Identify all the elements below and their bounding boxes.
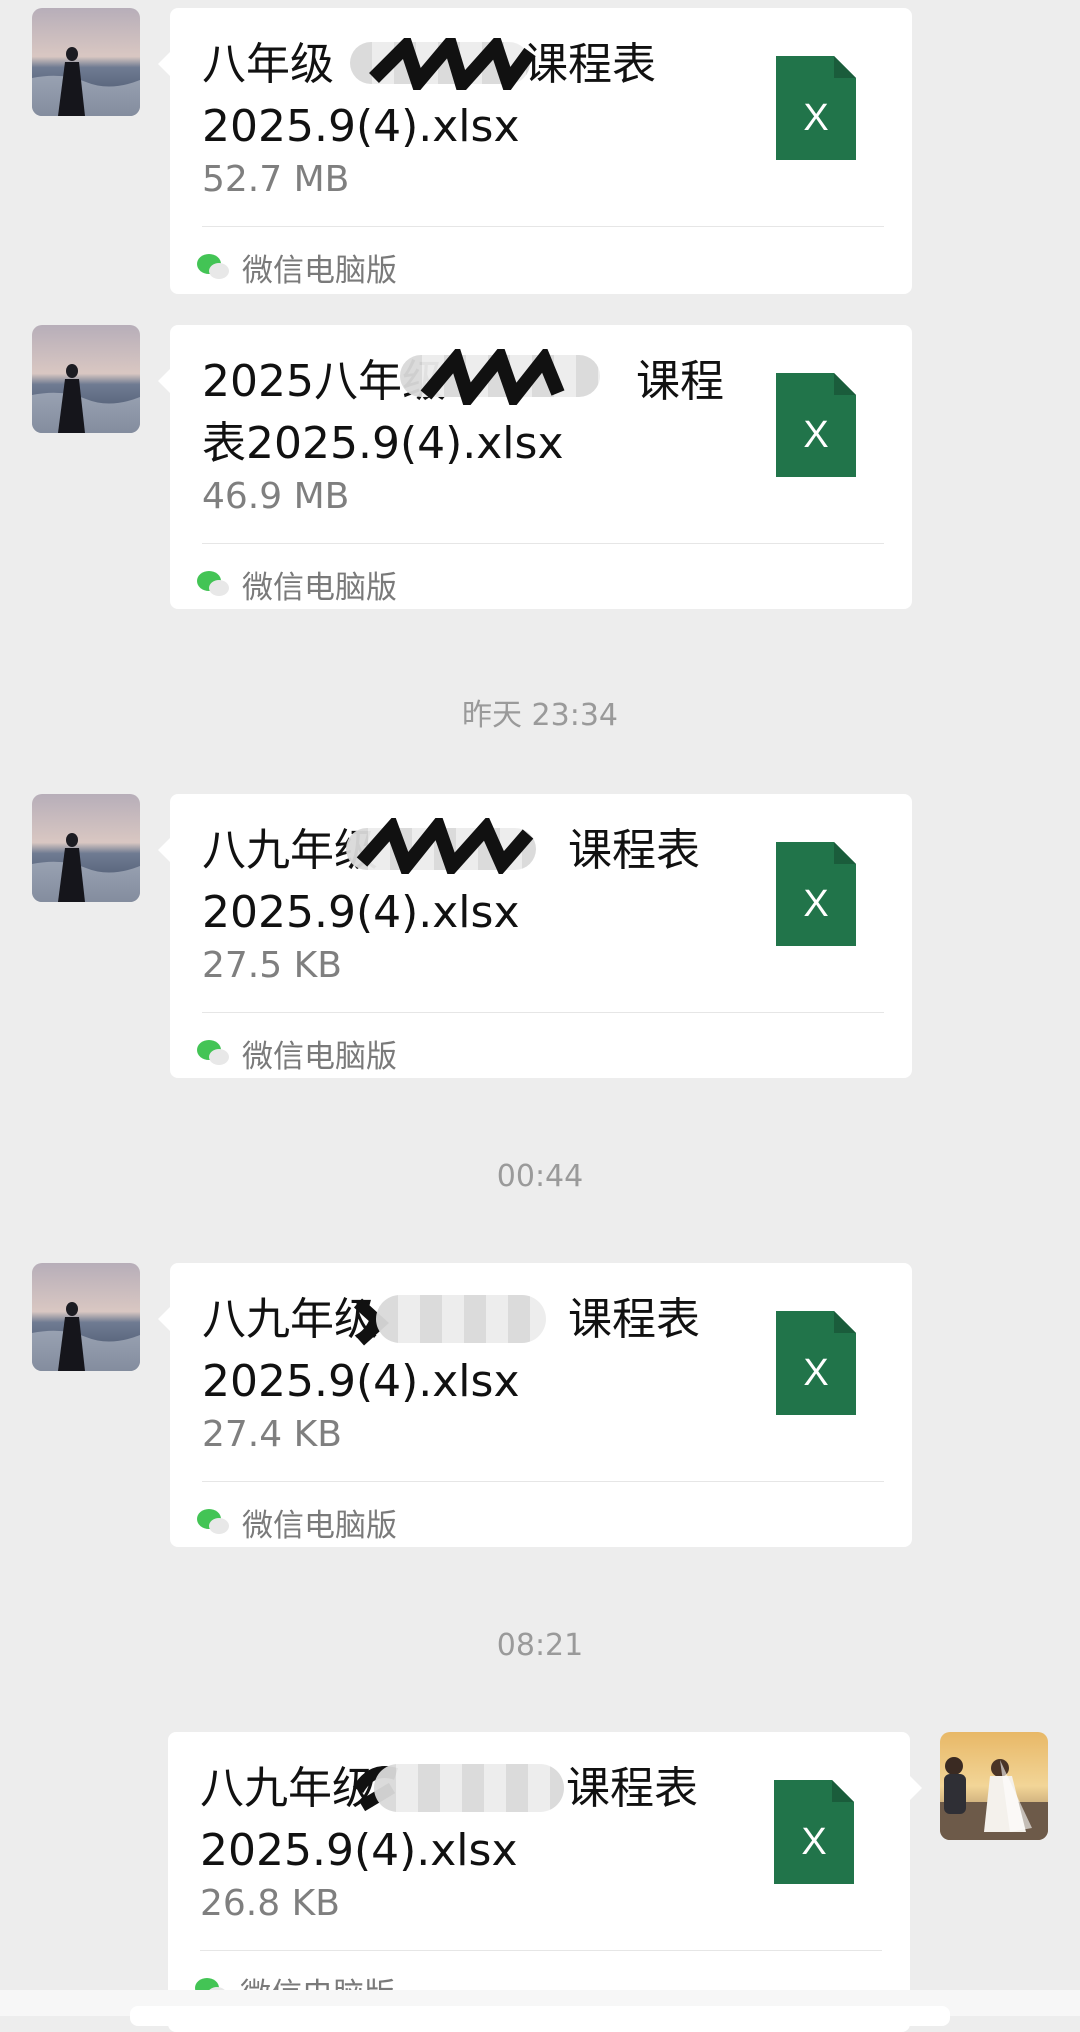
- wechat-icon: [197, 254, 229, 279]
- bubble-divider: [202, 543, 884, 544]
- file-size: 52.7 MB: [202, 159, 350, 200]
- wechat-icon: [197, 1509, 229, 1534]
- source-label: 微信电脑版: [196, 244, 397, 290]
- file-size: 27.5 KB: [202, 945, 342, 986]
- message-row: 八九年级课程表 2025.9(4).xlsx 26.8 KB X 微信电脑版: [0, 1732, 1080, 2032]
- message-row: 八九年级 课程表 2025.9(4).xlsx 27.4 KB X 微信电脑版: [0, 1263, 1080, 1553]
- source-label: 微信电脑版: [196, 1499, 397, 1545]
- redaction-blur: [374, 1764, 564, 1812]
- contact-avatar[interactable]: [32, 8, 140, 116]
- redaction-scribble: [356, 818, 534, 874]
- source-text: 微信电脑版: [242, 252, 397, 289]
- redaction-blur: [376, 1295, 546, 1343]
- excel-file-icon: X: [776, 1311, 856, 1415]
- file-size: 27.4 KB: [202, 1414, 342, 1455]
- excel-file-icon: X: [774, 1780, 854, 1884]
- timestamp: 08:21: [496, 1628, 584, 1663]
- bubble-tail: [158, 52, 170, 76]
- contact-avatar[interactable]: [32, 794, 140, 902]
- bubble-tail: [158, 838, 170, 862]
- file-message-bubble[interactable]: 八九年级课程表 2025.9(4).xlsx 26.8 KB X 微信电脑版: [168, 1732, 922, 2032]
- message-input[interactable]: [130, 2006, 950, 2026]
- excel-file-icon: X: [776, 373, 856, 477]
- bubble-tail: [158, 369, 170, 393]
- timestamp: 昨天 23:34: [462, 698, 618, 733]
- bubble-tail: [910, 1776, 922, 1800]
- contact-avatar[interactable]: [32, 325, 140, 433]
- timestamp: 00:44: [496, 1159, 584, 1194]
- file-message-bubble[interactable]: 八年级 课程表 2025.9(4).xlsx 52.7 MB X 微信电脑版: [158, 8, 912, 294]
- chat-area[interactable]: 八年级 课程表 2025.9(4).xlsx 52.7 MB X 微信电脑版 2…: [0, 0, 1080, 2032]
- message-row: 八年级 课程表 2025.9(4).xlsx 52.7 MB X 微信电脑版: [0, 8, 1080, 298]
- source-text: 微信电脑版: [242, 569, 397, 606]
- bubble-divider: [202, 226, 884, 227]
- svg-text:X: X: [803, 414, 828, 456]
- wechat-icon: [197, 1040, 229, 1065]
- file-message-bubble[interactable]: 八九年级 课程表 2025.9(4).xlsx 27.5 KB X 微信电脑版: [158, 794, 912, 1078]
- file-message-bubble[interactable]: 2025八年级 课程 表2025.9(4).xlsx 46.9 MB X 微信电脑…: [158, 325, 912, 609]
- file-message-bubble[interactable]: 八九年级 课程表 2025.9(4).xlsx 27.4 KB X 微信电脑版: [158, 1263, 912, 1547]
- my-avatar[interactable]: [940, 1732, 1048, 1840]
- message-row: 2025八年级 课程 表2025.9(4).xlsx 46.9 MB X 微信电脑…: [0, 325, 1080, 615]
- svg-text:X: X: [801, 1821, 826, 1863]
- excel-file-icon: X: [776, 56, 856, 160]
- source-label: 微信电脑版: [196, 1030, 397, 1076]
- bubble-divider: [202, 1012, 884, 1013]
- source-label: 微信电脑版: [196, 561, 397, 607]
- svg-text:X: X: [803, 1352, 828, 1394]
- svg-text:X: X: [803, 883, 828, 925]
- redaction-scribble: [369, 38, 536, 90]
- message-row: 八九年级 课程表 2025.9(4).xlsx 27.5 KB X 微信电脑版: [0, 794, 1080, 1084]
- bubble-divider: [200, 1950, 882, 1951]
- svg-text:X: X: [803, 97, 828, 139]
- bubble-divider: [202, 1481, 884, 1482]
- contact-avatar[interactable]: [32, 1263, 140, 1371]
- bubble-tail: [158, 1307, 170, 1331]
- file-size: 26.8 KB: [200, 1883, 340, 1924]
- source-text: 微信电脑版: [242, 1507, 397, 1544]
- excel-file-icon: X: [776, 842, 856, 946]
- source-text: 微信电脑版: [242, 1038, 397, 1075]
- file-size: 46.9 MB: [202, 476, 350, 517]
- redaction-scribble: [420, 349, 565, 405]
- wechat-icon: [197, 571, 229, 596]
